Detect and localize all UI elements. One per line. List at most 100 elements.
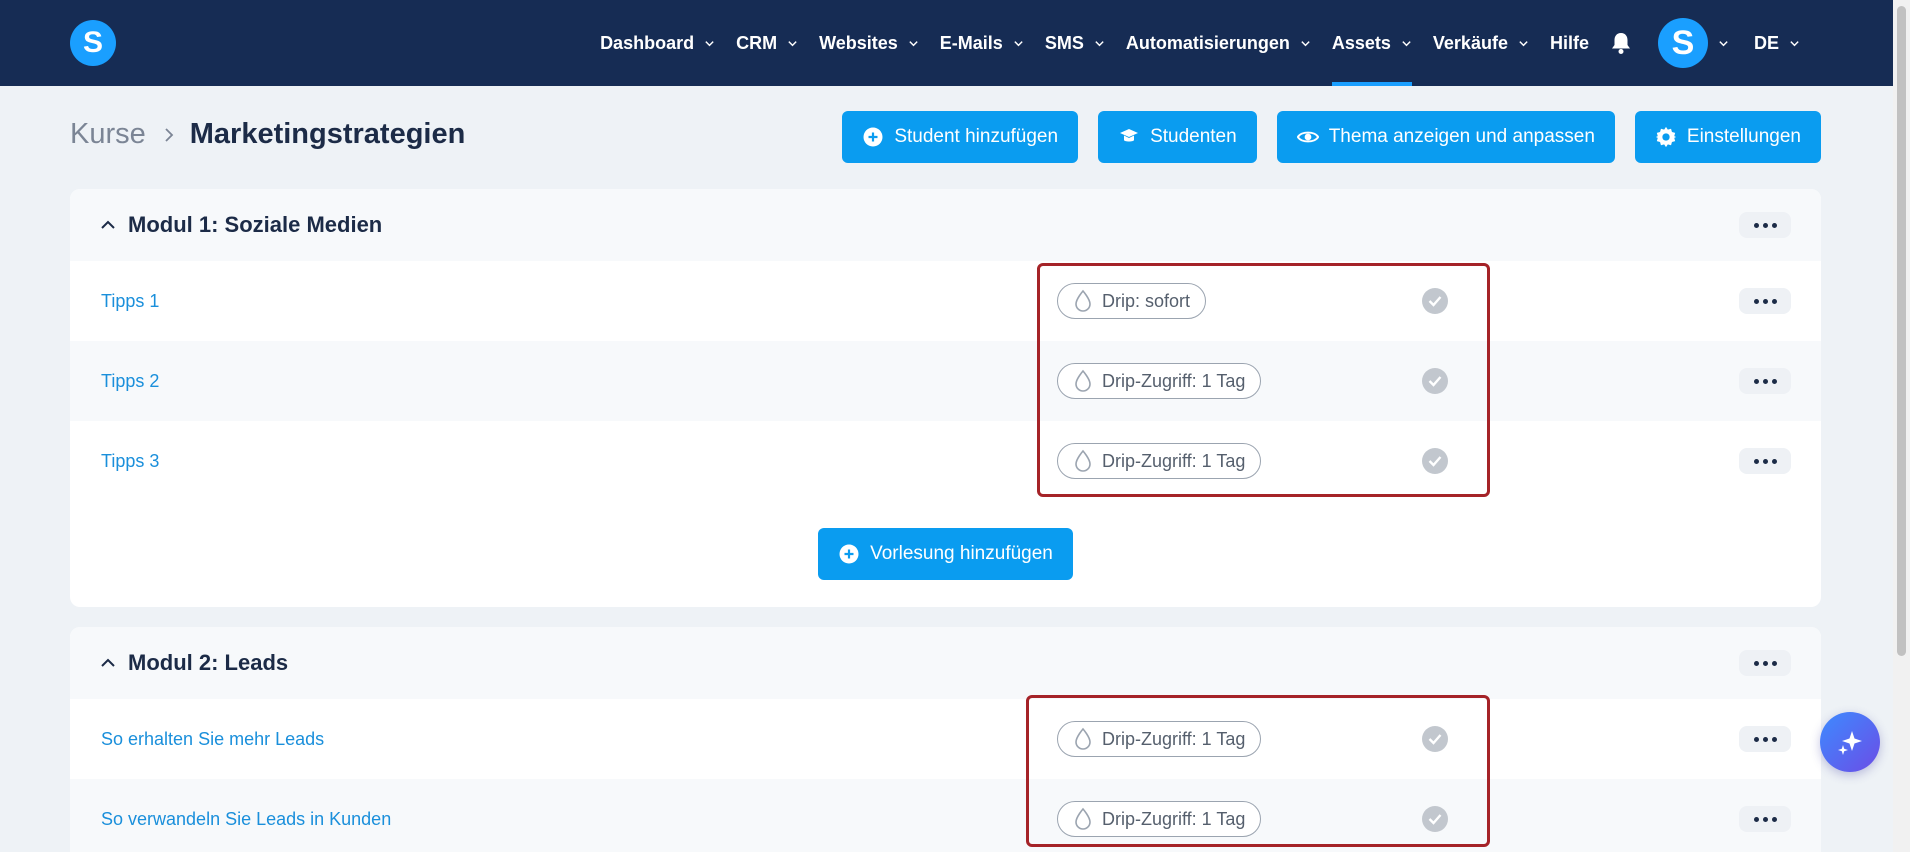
droplet-icon	[1075, 289, 1091, 312]
ai-assistant-button[interactable]	[1820, 712, 1880, 772]
header-actions: Student hinzufügen Studenten Thema anzei…	[842, 111, 1821, 163]
sparkles-icon	[1838, 731, 1862, 755]
more-options-button[interactable]	[1739, 650, 1791, 676]
nav-item-label: CRM	[736, 32, 778, 53]
more-options-button[interactable]	[1739, 726, 1791, 752]
lesson-title-link[interactable]: So erhalten Sie mehr Leads	[101, 729, 324, 750]
chevron-right-icon	[165, 127, 174, 142]
breadcrumb: Kurse Marketingstrategien	[70, 118, 465, 151]
check-circle-icon[interactable]	[1422, 726, 1448, 752]
lesson-title-link[interactable]: Tipps 2	[101, 371, 159, 392]
nav-item-automations[interactable]: Automatisierungen	[1126, 0, 1311, 86]
plus-circle-icon	[838, 543, 860, 565]
chevron-down-icon	[1301, 40, 1310, 46]
chevron-down-icon	[1402, 40, 1411, 46]
drip-label: Drip: sofort	[1102, 290, 1191, 311]
language-selector[interactable]: DE	[1754, 0, 1800, 86]
chevron-down-icon	[1519, 40, 1528, 46]
drip-badge[interactable]: Drip-Zugriff: 1 Tag	[1057, 443, 1262, 479]
more-options-button[interactable]	[1739, 368, 1791, 394]
chevron-up-icon[interactable]	[100, 217, 116, 233]
scrollbar[interactable]	[1893, 0, 1910, 852]
nav-item-label: Automatisierungen	[1125, 32, 1290, 53]
drip-badge[interactable]: Drip-Zugriff: 1 Tag	[1057, 363, 1262, 399]
app-logo[interactable]: S	[70, 20, 116, 66]
settings-button[interactable]: Einstellungen	[1634, 111, 1821, 163]
chevron-up-icon[interactable]	[100, 655, 116, 671]
droplet-icon	[1075, 369, 1091, 392]
nav-item-label: Websites	[819, 32, 898, 53]
module-header: Modul 1: Soziale Medien	[70, 189, 1821, 261]
chevron-down-icon	[788, 40, 797, 46]
settings-label: Einstellungen	[1686, 126, 1801, 147]
drip-label: Drip-Zugriff: 1 Tag	[1102, 370, 1246, 391]
lesson-row: Tipps 2 Drip-Zugriff: 1 Tag	[70, 341, 1821, 421]
add-lecture-row: Vorlesung hinzufügen	[70, 501, 1821, 607]
nav-item-help[interactable]: Hilfe	[1550, 0, 1589, 86]
more-options-button[interactable]	[1739, 806, 1791, 832]
add-student-button[interactable]: Student hinzufügen	[842, 111, 1079, 163]
check-circle-icon[interactable]	[1422, 368, 1448, 394]
module-header: Modul 2: Leads	[70, 627, 1821, 699]
lesson-row: Tipps 3 Drip-Zugriff: 1 Tag	[70, 421, 1821, 501]
nav-item-label: SMS	[1044, 32, 1084, 53]
nav-item-websites[interactable]: Websites	[819, 0, 919, 86]
nav-item-crm[interactable]: CRM	[736, 0, 798, 86]
check-circle-icon[interactable]	[1422, 288, 1448, 314]
droplet-icon	[1075, 807, 1091, 830]
drip-badge[interactable]: Drip: sofort	[1057, 283, 1207, 319]
breadcrumb-parent-link[interactable]: Kurse	[70, 118, 146, 151]
chevron-down-icon	[909, 40, 918, 46]
plus-circle-icon	[862, 126, 884, 148]
module-card: Modul 1: Soziale Medien Tipps 1 Drip: so…	[70, 189, 1821, 607]
nav-item-dashboard[interactable]: Dashboard	[600, 0, 715, 86]
nav-item-label: Dashboard	[600, 32, 695, 53]
scrollbar-thumb[interactable]	[1897, 6, 1906, 656]
page-title: Marketingstrategien	[189, 118, 466, 150]
eye-icon	[1296, 126, 1319, 148]
check-circle-icon[interactable]	[1422, 448, 1448, 474]
check-circle-icon[interactable]	[1422, 806, 1448, 832]
user-menu[interactable]: S	[1657, 18, 1729, 68]
drip-badge[interactable]: Drip-Zugriff: 1 Tag	[1057, 721, 1262, 757]
lesson-title-link[interactable]: Tipps 3	[101, 451, 159, 472]
lesson-row: Tipps 1 Drip: sofort	[70, 261, 1821, 341]
droplet-icon	[1075, 449, 1091, 472]
avatar: S	[1657, 18, 1708, 68]
theme-button[interactable]: Thema anzeigen und anpassen	[1276, 111, 1615, 163]
nav-item-label: Hilfe	[1549, 32, 1589, 53]
nav-item-sales[interactable]: Verkäufe	[1433, 0, 1529, 86]
nav-item-label: E-Mails	[939, 32, 1003, 53]
more-options-button[interactable]	[1739, 212, 1791, 238]
more-options-button[interactable]	[1739, 448, 1791, 474]
nav-item-sms[interactable]: SMS	[1045, 0, 1105, 86]
module-title: Modul 2: Leads	[128, 650, 289, 675]
drip-label: Drip-Zugriff: 1 Tag	[1102, 728, 1246, 749]
gear-icon	[1655, 126, 1677, 148]
bell-icon[interactable]	[1610, 31, 1634, 55]
droplet-icon	[1075, 727, 1091, 750]
students-label: Studenten	[1150, 126, 1237, 147]
add-lecture-label: Vorlesung hinzufügen	[870, 543, 1053, 564]
lesson-row: So verwandeln Sie Leads in Kunden Drip-Z…	[70, 779, 1821, 852]
module-card: Modul 2: Leads So erhalten Sie mehr Lead…	[70, 627, 1821, 852]
nav-item-label: Assets	[1331, 32, 1391, 53]
students-button[interactable]: Studenten	[1098, 111, 1257, 163]
drip-badge[interactable]: Drip-Zugriff: 1 Tag	[1057, 801, 1262, 837]
more-options-button[interactable]	[1739, 288, 1791, 314]
chevron-down-icon	[1719, 40, 1728, 46]
module-title: Modul 1: Soziale Medien	[128, 212, 383, 237]
chevron-down-icon	[1014, 40, 1023, 46]
nav-menu: Dashboard CRM Websites E-Mails SMS Autom…	[600, 0, 1800, 86]
chevron-down-icon	[1790, 40, 1799, 46]
add-lecture-button[interactable]: Vorlesung hinzufügen	[818, 528, 1073, 580]
chevron-down-icon	[1095, 40, 1104, 46]
nav-item-assets[interactable]: Assets	[1331, 0, 1412, 86]
language-label: DE	[1753, 32, 1779, 53]
drip-label: Drip-Zugriff: 1 Tag	[1102, 450, 1246, 471]
top-navigation: S Dashboard CRM Websites E-Mails SMS Aut…	[0, 0, 1893, 86]
graduation-cap-icon	[1118, 126, 1140, 148]
lesson-title-link[interactable]: Tipps 1	[101, 291, 159, 312]
nav-item-emails[interactable]: E-Mails	[940, 0, 1024, 86]
lesson-title-link[interactable]: So verwandeln Sie Leads in Kunden	[101, 809, 391, 830]
